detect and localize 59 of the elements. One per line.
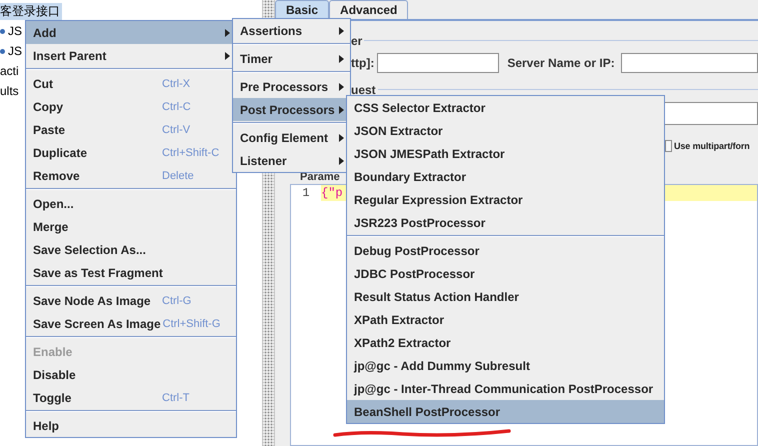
menu-item[interactable]: jp@gc - Inter-Thread Communication PostProcessor	[347, 377, 664, 400]
submenu-arrow-icon	[225, 28, 230, 36]
menu-item[interactable]: Open...	[26, 192, 236, 215]
menu-item[interactable]: Listener	[233, 149, 350, 172]
menu-item[interactable]: XPath Extractor	[347, 308, 664, 331]
line-number: 1	[301, 186, 311, 200]
menu-item[interactable]: Help	[26, 414, 236, 437]
protocol-label: ttp]:	[351, 56, 374, 70]
section-legend: uest	[351, 82, 376, 96]
menu-item[interactable]: Save Selection As...	[26, 238, 236, 261]
menu-item[interactable]: Result Status Action Handler	[347, 285, 664, 308]
server-field[interactable]	[620, 53, 758, 73]
menu-item[interactable]: Cut Ctrl-X	[26, 72, 236, 95]
menu-item[interactable]: Remove Delete	[26, 164, 236, 187]
submenu-arrow-icon	[339, 82, 344, 90]
menu-item[interactable]: JSR223 PostProcessor	[347, 211, 664, 234]
menu-item[interactable]: Pre Processors	[233, 75, 350, 98]
menu-item[interactable]: Toggle Ctrl-T	[26, 386, 236, 409]
submenu-arrow-icon	[339, 54, 344, 62]
menu-item[interactable]: Merge	[26, 215, 236, 238]
server-label: Server Name or IP:	[507, 56, 615, 70]
submenu-arrow-icon	[339, 106, 344, 114]
menu-item[interactable]: JDBC PostProcessor	[347, 262, 664, 285]
menu-item[interactable]: Boundary Extractor	[347, 165, 664, 188]
menu-item[interactable]: Paste Ctrl-V	[26, 118, 236, 141]
menu-item[interactable]: CSS Selector Extractor	[347, 96, 664, 119]
multipart-checkbox[interactable]	[665, 140, 672, 152]
tree-node[interactable]: 客登录接口	[0, 2, 62, 20]
menu-item[interactable]: BeanShell PostProcessor	[347, 400, 664, 423]
submenu-arrow-icon	[339, 156, 344, 164]
menu-item[interactable]: Copy Ctrl-C	[26, 95, 236, 118]
menu-item[interactable]: Insert Parent	[26, 44, 236, 67]
menu-item[interactable]: XPath2 Extractor	[347, 331, 664, 354]
menu-item[interactable]: Config Element	[233, 126, 350, 149]
submenu-arrow-icon	[339, 26, 344, 34]
menu-item[interactable]: Assertions	[233, 19, 350, 42]
menu-item[interactable]: JSON JMESPath Extractor	[347, 142, 664, 165]
menu-item[interactable]: Save as Test Fragment	[26, 261, 236, 284]
multipart-label: Use multipart/forn	[674, 141, 750, 151]
menu-item[interactable]: Timer	[233, 47, 350, 70]
tab[interactable]: Basic	[275, 0, 330, 19]
menu-item[interactable]: Debug PostProcessor	[347, 239, 664, 262]
tree-node[interactable]: ults	[0, 84, 21, 98]
tree-node[interactable]: JS	[8, 24, 24, 38]
node-bullet-icon	[0, 48, 5, 54]
submenu-arrow-icon	[225, 52, 230, 60]
menu-item[interactable]: Duplicate Ctrl+Shift-C	[26, 141, 236, 164]
menu-item[interactable]: Disable	[26, 363, 236, 386]
protocol-field[interactable]	[377, 53, 500, 73]
menu-item[interactable]: JSON Extractor	[347, 119, 664, 142]
menu-item[interactable]: jp@gc - Add Dummy Subresult	[347, 354, 664, 377]
section-legend: er	[351, 34, 362, 48]
submenu-arrow-icon	[339, 134, 344, 142]
tab[interactable]: Advanced	[329, 0, 408, 19]
tree-node[interactable]: acti	[0, 64, 21, 78]
menu-item[interactable]: Save Screen As Image Ctrl+Shift-G	[26, 312, 236, 335]
menu-item[interactable]: Save Node As Image Ctrl-G	[26, 289, 236, 312]
node-bullet-icon	[0, 28, 5, 34]
tree-node[interactable]: JS	[8, 44, 24, 58]
